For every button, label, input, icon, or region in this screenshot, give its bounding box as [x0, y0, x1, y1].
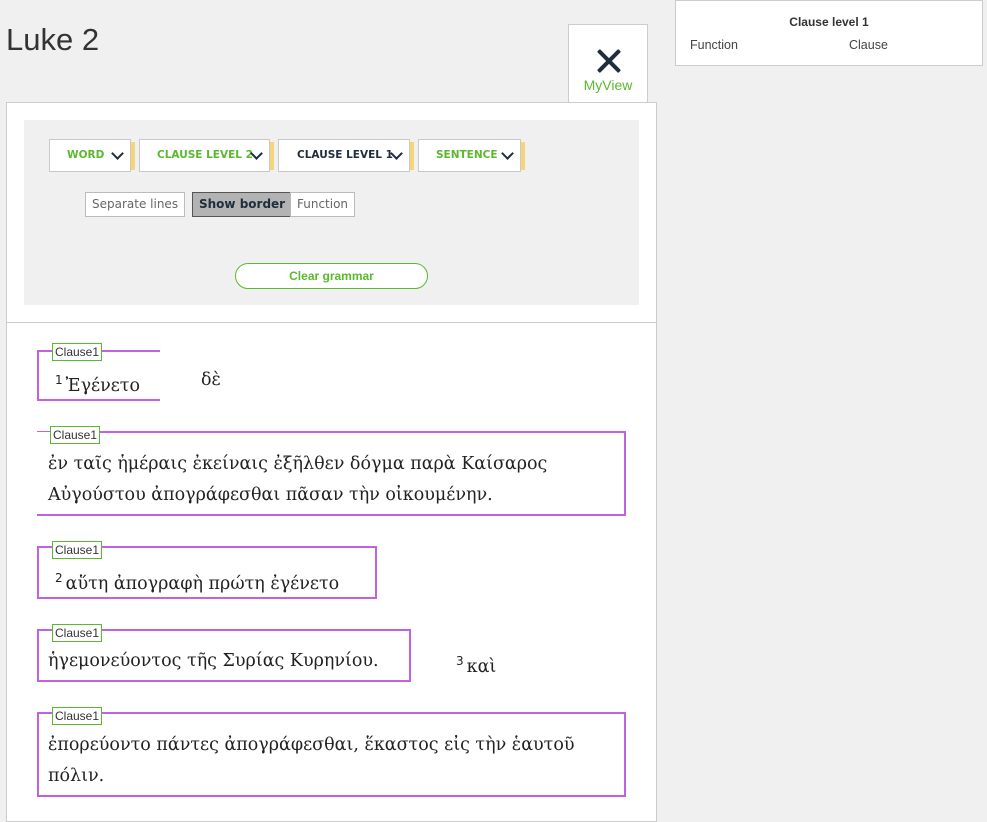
clause-level-1-label: CLAUSE LEVEL 1	[297, 149, 393, 161]
chevron-down-icon	[111, 147, 124, 160]
clause-level-2-label: CLAUSE LEVEL 2	[157, 149, 253, 161]
divider	[7, 322, 656, 323]
clause-line: ἐπορεύοντο πάντες ἀπογράφεσθαι, ἕκαστος …	[48, 735, 575, 755]
tab-myview-label: MyView	[583, 77, 633, 93]
chevron-down-icon	[501, 147, 514, 160]
function-button[interactable]: Function	[290, 192, 356, 217]
clause-tag[interactable]: Clause1	[52, 541, 103, 559]
sentence-dropdown[interactable]: SENTENCE	[418, 139, 525, 172]
clause-line: αὕτη ἀπογραφὴ πρώτη ἐγένετο	[65, 573, 340, 594]
verse-text: 3 καὶ	[456, 645, 496, 683]
verse-text: 2 αὕτη ἀπογραφὴ πρώτη ἐγένετο	[55, 562, 339, 600]
clause-tag[interactable]: Clause1	[50, 426, 101, 444]
word-dropdown[interactable]: WORD	[49, 139, 135, 172]
clause-tag[interactable]: Clause1	[52, 707, 103, 725]
clear-grammar-button[interactable]: Clear grammar	[235, 263, 428, 289]
info-title: Clause level 1	[789, 15, 869, 29]
clause-level-2-dropdown[interactable]: CLAUSE LEVEL 2	[139, 139, 274, 172]
clause-line: ἐν ταῖς ἡμέραις ἐκείναις ἐξῆλθεν δόγμα π…	[48, 454, 548, 474]
clause-line: Αὐγούστου ἀπογράφεσθαι πᾶσαν τὴν οἰκουμέ…	[48, 485, 493, 505]
clause-tag[interactable]: Clause1	[52, 624, 103, 642]
greek-word[interactable]: καὶ	[467, 657, 497, 677]
grammar-controls: WORD CLAUSE LEVEL 2 CLAUSE LEVEL 1 SENTE…	[24, 120, 639, 305]
info-clause-label: Clause	[849, 38, 888, 52]
separate-lines-button[interactable]: Separate lines	[85, 192, 186, 217]
show-border-button[interactable]: Show border	[192, 192, 293, 217]
word-dropdown-label: WORD	[67, 149, 105, 161]
greek-word[interactable]: δὲ	[201, 364, 221, 396]
clause-level-1-dropdown[interactable]: CLAUSE LEVEL 1	[278, 139, 414, 172]
clause-tag[interactable]: Clause1	[52, 343, 103, 361]
verse-number: 3	[456, 654, 464, 668]
page-title: Luke 2	[6, 22, 100, 57]
clause-border-top	[37, 350, 52, 352]
sentence-dropdown-label: SENTENCE	[436, 149, 498, 161]
clause-border-top	[102, 350, 160, 352]
close-icon[interactable]	[595, 47, 623, 75]
verse-number: 2	[55, 571, 63, 585]
clause-info-panel: Clause level 1 Function Clause	[675, 0, 983, 66]
greek-word[interactable]: Ἐγένετο	[66, 376, 140, 396]
verse-number: 1	[55, 373, 63, 387]
verse-text: 1 Ἐγένετο	[55, 364, 140, 402]
tab-myview[interactable]: MyView	[568, 24, 648, 104]
info-function-label: Function	[690, 38, 738, 52]
clause-line: πόλιν.	[48, 766, 105, 786]
clause-line: ἡγεμονεύοντος τῆς Συρίας Κυρηνίου.	[48, 651, 379, 671]
